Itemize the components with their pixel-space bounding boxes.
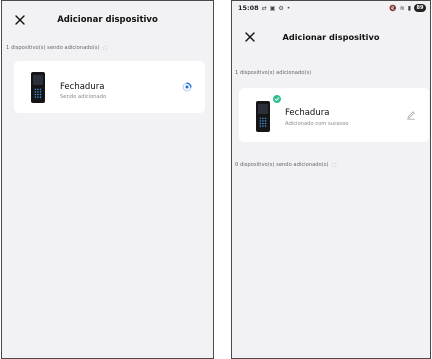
device-name: Fechadura xyxy=(285,108,330,118)
app-icon: ▣ xyxy=(269,4,276,12)
cell-signal-icon: ▮ xyxy=(407,4,411,12)
status-bar: 15:08 ⇄ ▣ ⚙ • 🔇 ≋ ▮ 89 xyxy=(232,1,430,15)
door-lock-icon xyxy=(31,72,45,103)
added-count-label: 1 dispositivo(s) adicionado(s) xyxy=(235,70,312,76)
right-screen: 15:08 ⇄ ▣ ⚙ • 🔇 ≋ ▮ 89 Adicionar disposi… xyxy=(231,0,431,359)
adding-section-header: 0 dispositivo(s) sendo adicionado(s) xyxy=(235,162,337,168)
adding-section-header: 1 dispositivo(s) sendo adicionado(s) xyxy=(6,45,108,51)
loading-icon xyxy=(103,45,108,51)
page-title: Adicionar dispositivo xyxy=(282,32,380,42)
device-card[interactable]: Fechadura Sendo adicionado xyxy=(14,61,205,113)
device-card[interactable]: Fechadura Adicionado com sucesso xyxy=(239,88,429,142)
settings-icon: ⚙ xyxy=(278,4,284,12)
close-button[interactable] xyxy=(240,27,260,47)
close-button[interactable] xyxy=(10,10,30,30)
nav-bar: Adicionar dispositivo xyxy=(2,8,213,32)
device-name: Fechadura xyxy=(60,82,105,92)
close-icon xyxy=(245,32,255,42)
loading-icon xyxy=(332,162,337,168)
left-screen: Adicionar dispositivo 1 dispositivo(s) s… xyxy=(1,0,214,359)
nav-bar: Adicionar dispositivo xyxy=(232,25,430,49)
status-time: 15:08 xyxy=(238,4,259,12)
door-lock-icon xyxy=(256,101,270,132)
adding-count-label: 1 dispositivo(s) sendo adicionado(s) xyxy=(6,45,100,51)
added-section-header: 1 dispositivo(s) adicionado(s) xyxy=(235,70,311,76)
adding-count-label: 0 dispositivo(s) sendo adicionado(s) xyxy=(235,162,329,168)
mute-icon: 🔇 xyxy=(389,4,397,12)
loading-spinner-icon xyxy=(182,82,192,92)
wifi-icon: ≋ xyxy=(399,4,405,12)
device-status: Adicionado com sucesso xyxy=(285,121,349,127)
signal-arrows-icon: ⇄ xyxy=(261,4,267,12)
check-circle-icon xyxy=(272,94,282,104)
edit-pencil-icon[interactable] xyxy=(406,110,416,120)
device-status: Sendo adicionado xyxy=(60,94,107,100)
page-title: Adicionar dispositivo xyxy=(57,15,158,25)
dot-icon: • xyxy=(286,4,291,12)
close-icon xyxy=(15,15,25,25)
battery-icon: 89 xyxy=(414,4,426,12)
